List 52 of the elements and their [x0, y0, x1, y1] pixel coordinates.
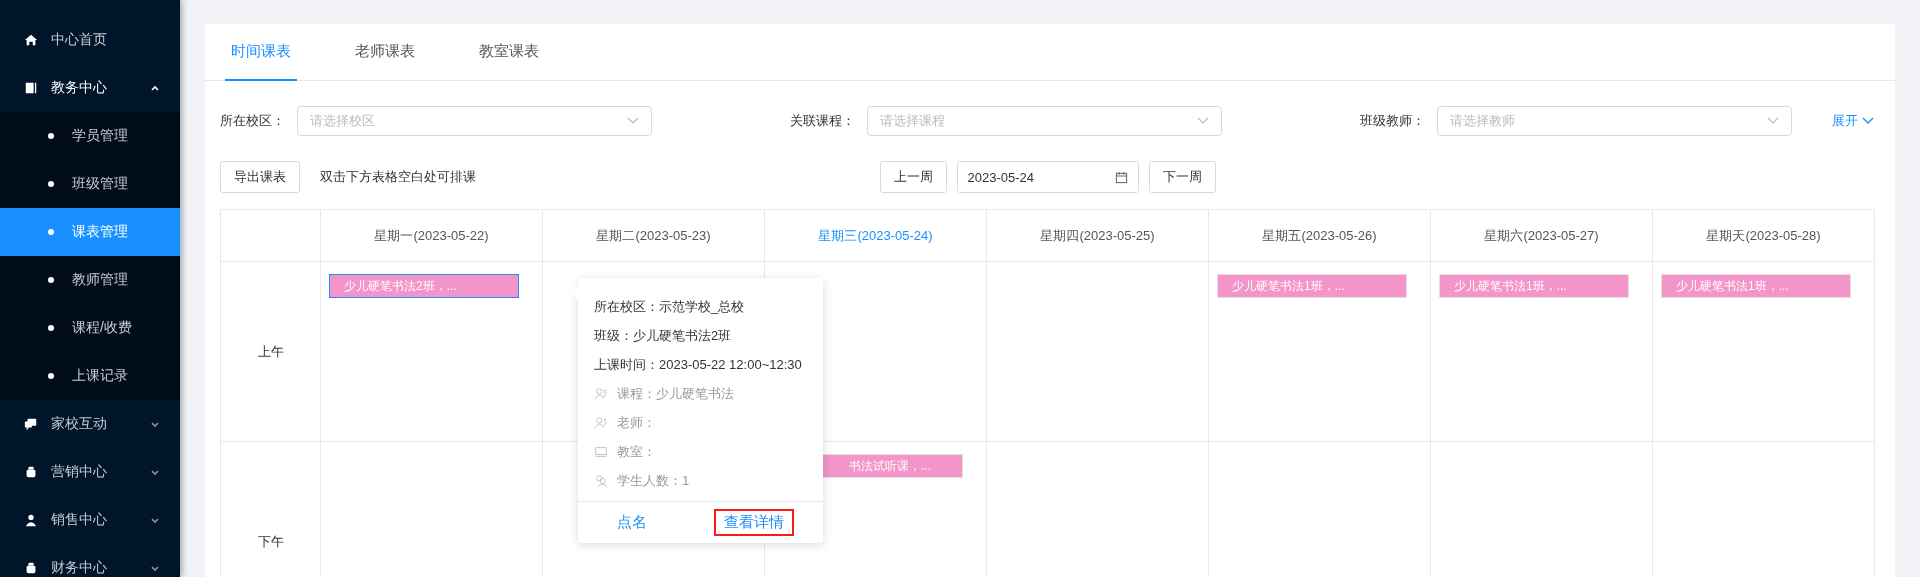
sidebar-item[interactable]: 财务中心	[0, 544, 180, 577]
person-icon	[594, 415, 608, 430]
sidebar-item[interactable]: 教务中心	[0, 64, 180, 112]
calendar-icon	[1114, 170, 1128, 184]
popover-detail: 所在校区：示范学校_总校	[594, 297, 745, 316]
chevron-down-icon	[1767, 117, 1779, 125]
submenu-item[interactable]: 班级管理	[0, 160, 180, 208]
popover-detail: 班级：少儿硬笔书法2班	[594, 326, 732, 345]
day-header: 星期六(2023-05-27)	[1431, 210, 1653, 262]
book-icon	[24, 81, 38, 95]
person-icon	[594, 386, 608, 401]
export-button[interactable]: 导出课表	[220, 161, 300, 193]
popover-detail: 教室：	[617, 442, 656, 461]
submenu-item[interactable]: 上课记录	[0, 352, 180, 400]
person-icon	[24, 513, 38, 527]
period-label: 上午	[257, 342, 284, 361]
monitor-icon	[594, 444, 608, 459]
home-icon	[24, 33, 38, 47]
chevron-down-icon	[1197, 117, 1209, 125]
day-header: 星期一(2023-05-22)	[321, 210, 543, 262]
period-label: 下午	[257, 532, 284, 551]
day-header: 星期三(2023-05-24)	[765, 210, 987, 262]
popover-detail: 学生人数：1	[617, 471, 690, 490]
tab[interactable]: 老师课表	[349, 24, 421, 81]
chevron-down-icon	[627, 117, 639, 125]
prev-week-button[interactable]: 上一周	[879, 161, 947, 193]
filter-label: 班级教师：	[1360, 112, 1426, 130]
chat-icon	[24, 417, 38, 431]
filter-label: 关联课程：	[790, 112, 856, 130]
bag-icon	[24, 561, 38, 575]
filter-label: 所在校区：	[220, 112, 286, 130]
submenu-item[interactable]: 课程/收费	[0, 304, 180, 352]
submenu-item[interactable]: 教师管理	[0, 256, 180, 304]
popover-detail: 课程：少儿硬笔书法	[617, 384, 734, 403]
sidebar-item[interactable]: 营销中心	[0, 448, 180, 496]
next-week-button[interactable]: 下一周	[1148, 161, 1216, 193]
sidebar-item[interactable]: 中心首页	[0, 16, 180, 64]
popover-detail: 老师：	[617, 413, 656, 432]
sidebar-item[interactable]: 家校互动	[0, 400, 180, 448]
bag-icon	[24, 465, 38, 479]
day-header: 星期五(2023-05-26)	[1209, 210, 1431, 262]
tab[interactable]: 教室课表	[473, 24, 545, 81]
hint-text: 双击下方表格空白处可排课	[320, 168, 476, 186]
sidebar-item[interactable]: 销售中心	[0, 496, 180, 544]
date-field[interactable]: 2023-05-24	[956, 161, 1139, 193]
popover-detail: 上课时间：2023-05-22 12:00~12:30	[594, 355, 802, 374]
people-icon	[594, 473, 608, 488]
day-header: 星期天(2023-05-28)	[1653, 210, 1875, 262]
submenu-item[interactable]: 学员管理	[0, 112, 180, 160]
chevron-down-icon	[1862, 117, 1874, 125]
day-header: 星期二(2023-05-23)	[543, 210, 765, 262]
day-header: 星期四(2023-05-25)	[987, 210, 1209, 262]
